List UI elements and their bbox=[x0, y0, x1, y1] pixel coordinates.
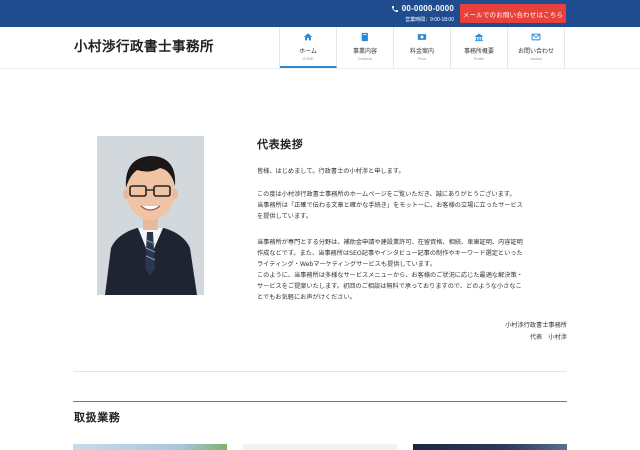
service-card-image[interactable] bbox=[413, 444, 567, 450]
nav-item-price[interactable]: 料金案内 Price bbox=[394, 27, 451, 68]
greeting-paragraph-1: 皆様、はじめまして。行政書士の小村渉と申します。 bbox=[257, 166, 569, 177]
greeting-line: 当事務所は「正確で伝わる文章と確かな手続き」をモットーに、お客様の立場に立ったサ… bbox=[257, 202, 523, 209]
nav-sub-label: Price bbox=[417, 57, 427, 61]
greeting-paragraph-2: この度は小村渉行政書士事務所のホームページをご覧いただき、誠にありがとうございま… bbox=[257, 189, 569, 222]
main-nav: ホーム HOME 事業内容 Contents 料金案内 Price 事務所概要 … bbox=[279, 27, 565, 68]
service-card-image[interactable] bbox=[243, 444, 397, 450]
nav-sub-label: contact bbox=[530, 57, 542, 61]
nav-label: 料金案内 bbox=[409, 48, 434, 55]
header: 小村渉行政書士事務所 ホーム HOME 事業内容 Contents 料金案内 P… bbox=[0, 27, 640, 69]
greeting-line: このように、当事務所は多様なサービスメニューから、お客様のご状況に応じた最適な解… bbox=[257, 272, 523, 279]
greeting-title: 代表挨拶 bbox=[257, 138, 304, 151]
phone-icon bbox=[391, 5, 398, 12]
greeting-line: この度は小村渉行政書士事務所のホームページをご覧いただき、誠にありがとうございま… bbox=[257, 191, 516, 198]
greeting-line: 皆様、はじめまして。行政書士の小村渉と申します。 bbox=[257, 168, 405, 175]
top-bar: 00-0000-0000 営業時間：9:00-18:00 メールでのお問い合わせ… bbox=[0, 0, 640, 27]
greeting-line: ライティング・Webマーケティングサービスも提供しています。 bbox=[257, 261, 436, 268]
nav-sub-label: Profile bbox=[473, 57, 485, 61]
email-contact-button[interactable]: メールでのお問い合わせはこちら bbox=[460, 4, 566, 23]
nav-label: お問い合わせ bbox=[517, 48, 554, 55]
representative-photo bbox=[97, 136, 204, 295]
signature: 小村渉行政書士事務所 代表 小村渉 bbox=[505, 320, 567, 344]
nav-sub-label: Contents bbox=[357, 57, 373, 61]
business-hours: 営業時間：9:00-18:00 bbox=[405, 17, 454, 23]
greeting-line: サービスをご提案いたします。初回のご相談は無料で承っておりますので、どのような小… bbox=[257, 283, 522, 290]
book-icon bbox=[361, 32, 368, 42]
signature-name: 代表 小村渉 bbox=[529, 334, 567, 341]
phone-block[interactable]: 00-0000-0000 営業時間：9:00-18:00 bbox=[384, 3, 454, 23]
greeting-line: とでもお気軽にお声がけください。 bbox=[257, 294, 356, 301]
services-title: 取扱業務 bbox=[74, 411, 121, 424]
nav-item-home[interactable]: ホーム HOME bbox=[280, 27, 337, 68]
nav-item-contents[interactable]: 事業内容 Contents bbox=[337, 27, 394, 68]
nav-item-profile[interactable]: 事務所概要 Profile bbox=[451, 27, 508, 68]
greeting-line: 当事務所が専門とする分野は、補助金申請や建設業許可、在留資格、相続、車庫証明、内… bbox=[257, 239, 523, 246]
nav-label: ホーム bbox=[299, 48, 317, 55]
signature-office: 小村渉行政書士事務所 bbox=[505, 322, 567, 329]
nav-label: 事務所概要 bbox=[463, 48, 494, 55]
greeting-paragraph-3: 当事務所が専門とする分野は、補助金申請や建設業許可、在留資格、相続、車庫証明、内… bbox=[257, 237, 569, 303]
greeting-line: 作成などです。また、当事務所はSEO記事やインタビュー記事の制作やキーワード選定… bbox=[257, 250, 523, 257]
mail-icon bbox=[531, 33, 541, 41]
section-divider bbox=[73, 371, 567, 372]
nav-sub-label: HOME bbox=[302, 57, 314, 61]
site-title[interactable]: 小村渉行政書士事務所 bbox=[74, 35, 214, 55]
office-icon bbox=[474, 33, 484, 42]
phone-number[interactable]: 00-0000-0000 bbox=[402, 4, 454, 13]
money-icon bbox=[417, 34, 427, 40]
nav-item-contact[interactable]: お問い合わせ contact bbox=[508, 27, 565, 68]
greeting-line: を提供しています。 bbox=[257, 213, 312, 220]
nav-label: 事業内容 bbox=[352, 48, 377, 55]
service-card-image[interactable] bbox=[73, 444, 227, 450]
services-accent-line bbox=[73, 401, 567, 402]
home-icon bbox=[303, 33, 313, 41]
person-illustration bbox=[97, 136, 204, 295]
